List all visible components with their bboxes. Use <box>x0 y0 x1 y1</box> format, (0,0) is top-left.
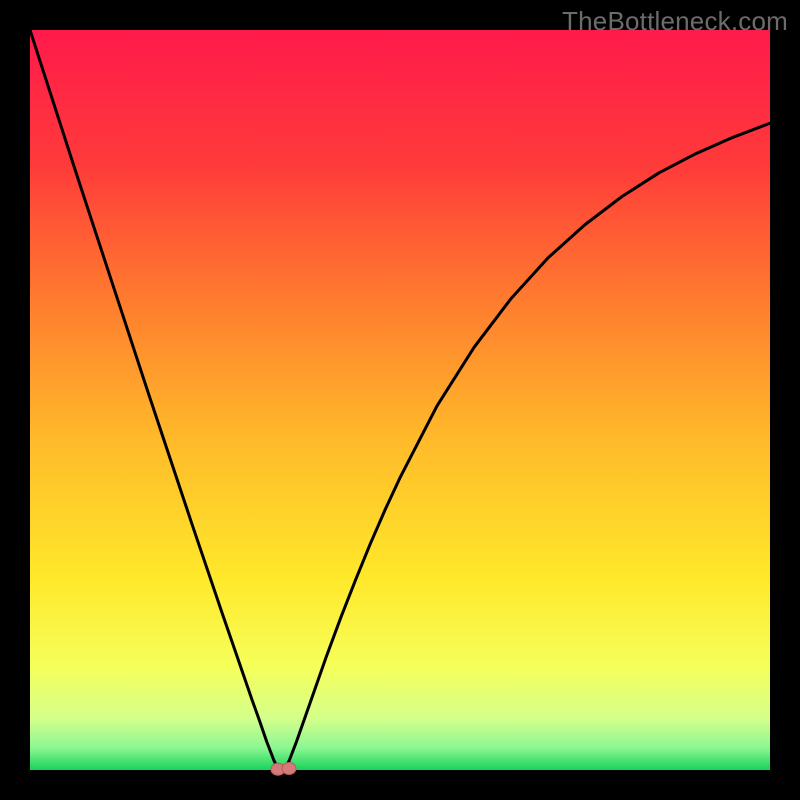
chart-stage: TheBottleneck.com <box>0 0 800 800</box>
curve-min-marker <box>282 763 296 775</box>
bottleneck-chart <box>0 0 800 800</box>
plot-gradient-bg <box>30 30 770 770</box>
watermark-text: TheBottleneck.com <box>562 6 788 37</box>
